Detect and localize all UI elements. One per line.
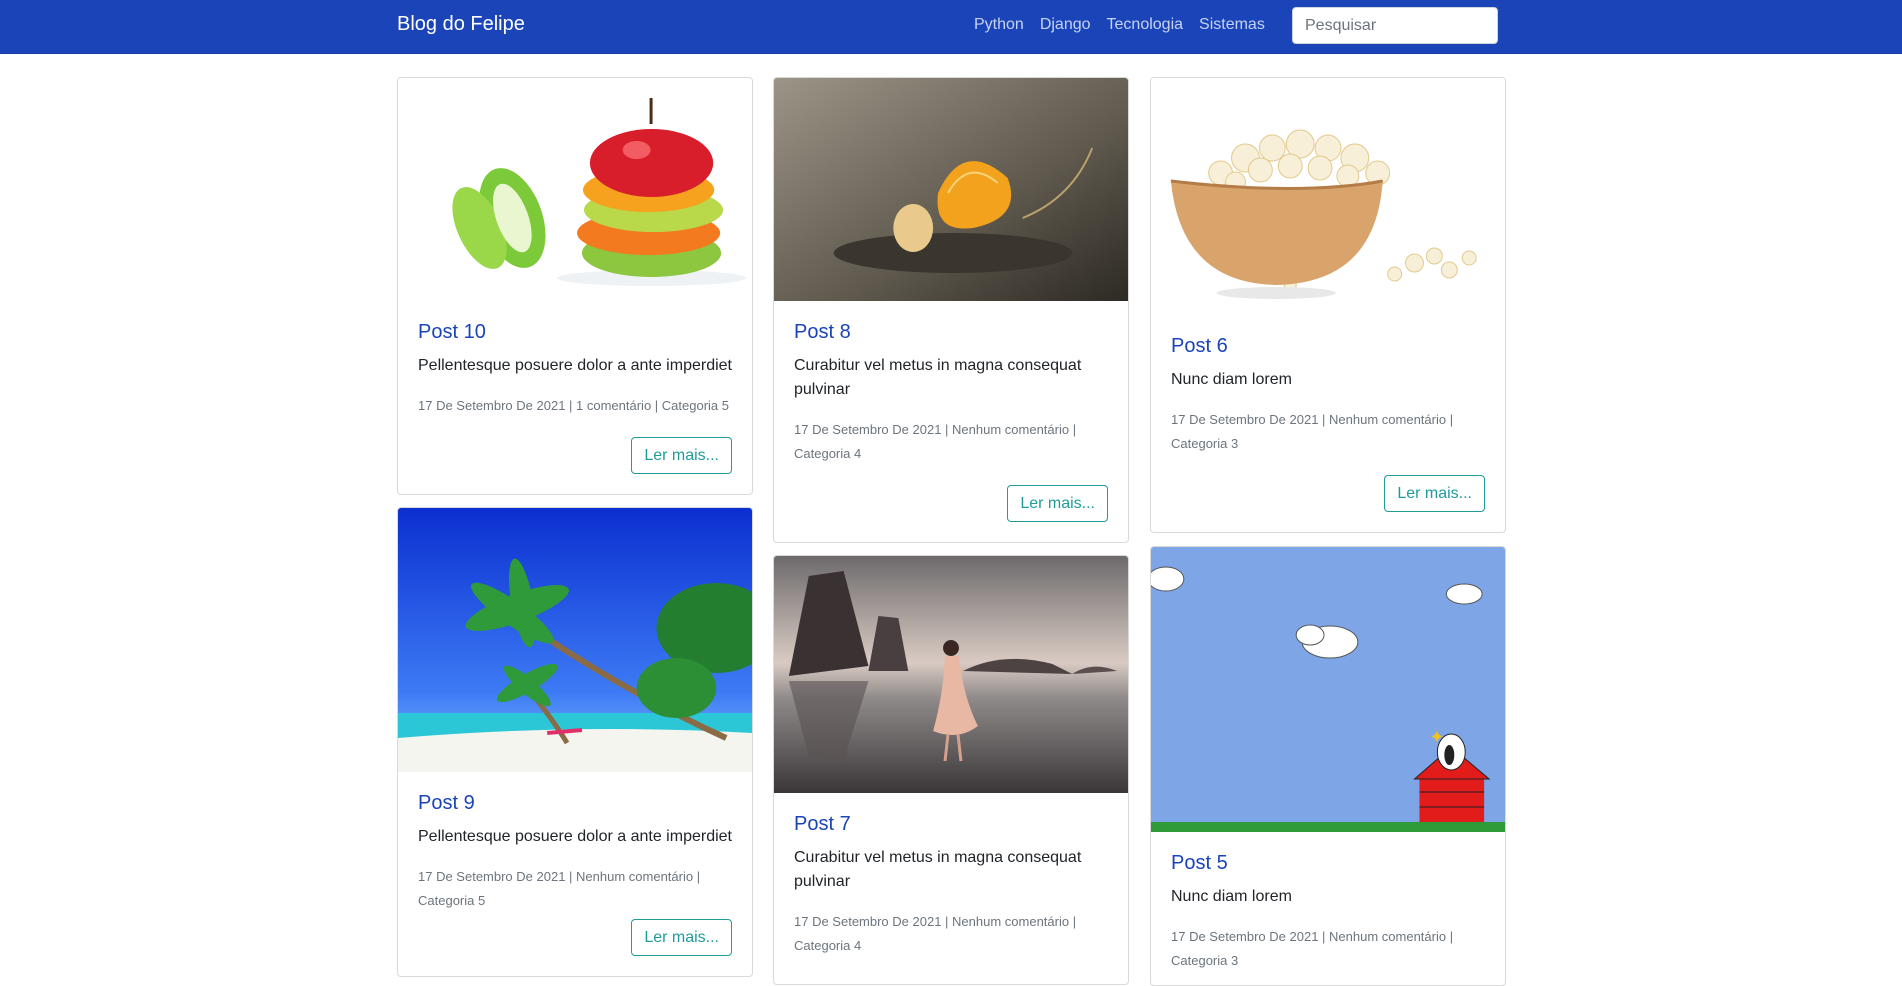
post-image[interactable] — [774, 556, 1128, 793]
post-card: Post 10 Pellentesque posuere dolor a ant… — [397, 77, 753, 495]
post-meta: 17 De Setembro De 2021 | Nenhum comentár… — [1171, 929, 1454, 968]
svg-text:✦: ✦ — [1429, 727, 1444, 748]
nav-link-django[interactable]: Django — [1040, 16, 1091, 34]
read-more-button[interactable]: Ler mais... — [631, 919, 732, 956]
nav-links: Python Django Tecnologia Sistemas — [974, 16, 1265, 34]
post-meta: 17 De Setembro De 2021 | 1 comentário | … — [418, 398, 729, 413]
card-body: Post 5 Nunc diam lorem 17 De Setembro De… — [1151, 852, 1505, 973]
post-excerpt: Pellentesque posuere dolor a ante imperd… — [418, 357, 732, 374]
post-image[interactable] — [1151, 78, 1505, 315]
post-card: ✦ Post 5 Nunc diam lorem 17 De Setembro … — [1150, 546, 1506, 986]
post-title[interactable]: Post 6 — [1171, 335, 1485, 358]
read-more-button[interactable]: Ler mais... — [1384, 475, 1485, 512]
card-body: Post 8 Curabitur vel metus in magna cons… — [774, 321, 1128, 466]
post-meta: 17 De Setembro De 2021 | Nenhum comentár… — [794, 914, 1077, 953]
read-more-button[interactable]: Ler mais... — [1007, 485, 1108, 522]
card-body: Post 10 Pellentesque posuere dolor a ant… — [398, 321, 752, 418]
post-image[interactable] — [774, 78, 1128, 301]
post-title[interactable]: Post 9 — [418, 792, 732, 815]
nav-link-tecnologia[interactable]: Tecnologia — [1107, 16, 1184, 34]
post-title[interactable]: Post 7 — [794, 813, 1108, 836]
post-excerpt: Nunc diam lorem — [1171, 888, 1292, 905]
read-more-button[interactable]: Ler mais... — [631, 437, 732, 474]
post-card: Post 8 Curabitur vel metus in magna cons… — [773, 77, 1129, 543]
post-image[interactable] — [398, 78, 752, 301]
post-excerpt: Curabitur vel metus in magna consequat p… — [794, 357, 1082, 398]
card-body: Post 7 Curabitur vel metus in magna cons… — [774, 813, 1128, 958]
post-card: Post 9 Pellentesque posuere dolor a ante… — [397, 507, 753, 977]
post-title[interactable]: Post 5 — [1171, 852, 1485, 875]
post-title[interactable]: Post 10 — [418, 321, 732, 344]
post-title[interactable]: Post 8 — [794, 321, 1108, 344]
nav-link-python[interactable]: Python — [974, 16, 1024, 34]
post-image[interactable] — [398, 508, 752, 772]
post-meta: 17 De Setembro De 2021 | Nenhum comentár… — [1171, 412, 1454, 451]
post-meta: 17 De Setembro De 2021 | Nenhum comentár… — [418, 869, 701, 908]
post-excerpt: Nunc diam lorem — [1171, 371, 1292, 388]
card-body: Post 6 Nunc diam lorem 17 De Setembro De… — [1151, 335, 1505, 456]
post-card: Post 7 Curabitur vel metus in magna cons… — [773, 555, 1129, 985]
card-body: Post 9 Pellentesque posuere dolor a ante… — [398, 792, 752, 913]
search-input[interactable] — [1292, 7, 1498, 44]
post-excerpt: Curabitur vel metus in magna consequat p… — [794, 849, 1082, 890]
nav-link-sistemas[interactable]: Sistemas — [1199, 16, 1265, 34]
brand-logo[interactable]: Blog do Felipe — [397, 13, 525, 36]
post-image[interactable]: ✦ — [1151, 547, 1505, 832]
post-meta: 17 De Setembro De 2021 | Nenhum comentár… — [794, 422, 1077, 461]
post-card: Post 6 Nunc diam lorem 17 De Setembro De… — [1150, 77, 1506, 533]
navbar: Blog do Felipe Python Django Tecnologia … — [0, 0, 1902, 54]
post-excerpt: Pellentesque posuere dolor a ante imperd… — [418, 828, 732, 845]
